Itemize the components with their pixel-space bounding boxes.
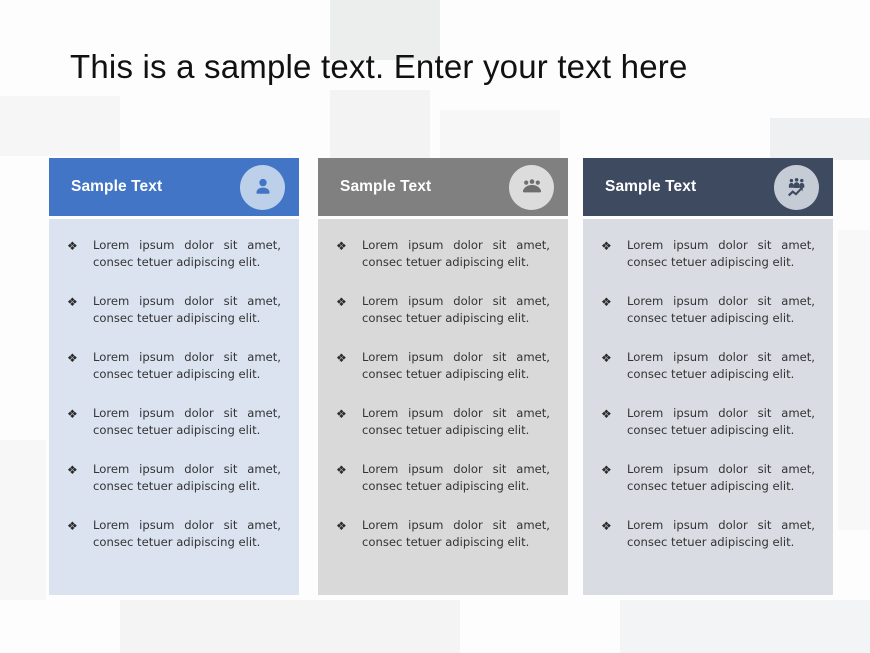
list-item-text: Lorem ipsum dolor sit amet, consec tetue…	[362, 350, 550, 381]
list-item: ❖ Lorem ipsum dolor sit amet, consec tet…	[336, 517, 550, 551]
diamond-bullet-icon: ❖	[336, 239, 347, 253]
diamond-bullet-icon: ❖	[67, 463, 78, 477]
list-item: ❖ Lorem ipsum dolor sit amet, consec tet…	[601, 461, 815, 495]
diamond-bullet-icon: ❖	[601, 351, 612, 365]
list-item: ❖ Lorem ipsum dolor sit amet, consec tet…	[336, 237, 550, 271]
list-item: ❖ Lorem ipsum dolor sit amet, consec tet…	[601, 293, 815, 327]
card-heading: Sample Text	[340, 178, 432, 195]
list-item-text: Lorem ipsum dolor sit amet, consec tetue…	[93, 406, 281, 437]
card-header-3: Sample Text	[583, 158, 833, 216]
diamond-bullet-icon: ❖	[67, 295, 78, 309]
list-item: ❖ Lorem ipsum dolor sit amet, consec tet…	[67, 405, 281, 439]
list-item-text: Lorem ipsum dolor sit amet, consec tetue…	[93, 238, 281, 269]
list-item: ❖ Lorem ipsum dolor sit amet, consec tet…	[67, 517, 281, 551]
list-item-text: Lorem ipsum dolor sit amet, consec tetue…	[627, 462, 815, 493]
diamond-bullet-icon: ❖	[601, 239, 612, 253]
list-item-text: Lorem ipsum dolor sit amet, consec tetue…	[627, 294, 815, 325]
diamond-bullet-icon: ❖	[601, 463, 612, 477]
diamond-bullet-icon: ❖	[67, 519, 78, 533]
diamond-bullet-icon: ❖	[336, 295, 347, 309]
list-item-text: Lorem ipsum dolor sit amet, consec tetue…	[93, 518, 281, 549]
card-body-3: ❖ Lorem ipsum dolor sit amet, consec tet…	[583, 219, 833, 595]
list-item-text: Lorem ipsum dolor sit amet, consec tetue…	[362, 462, 550, 493]
diamond-bullet-icon: ❖	[336, 463, 347, 477]
list-item: ❖ Lorem ipsum dolor sit amet, consec tet…	[336, 461, 550, 495]
list-item: ❖ Lorem ipsum dolor sit amet, consec tet…	[601, 349, 815, 383]
diamond-bullet-icon: ❖	[601, 519, 612, 533]
list-item: ❖ Lorem ipsum dolor sit amet, consec tet…	[601, 517, 815, 551]
card-body-2: ❖ Lorem ipsum dolor sit amet, consec tet…	[318, 219, 568, 595]
content-card-2: Sample Text ❖ Lorem ipsum dolor sit amet…	[318, 158, 568, 595]
list-item: ❖ Lorem ipsum dolor sit amet, consec tet…	[336, 293, 550, 327]
list-item-text: Lorem ipsum dolor sit amet, consec tetue…	[93, 350, 281, 381]
people-growth-chart-icon	[774, 164, 819, 210]
card-body-1: ❖ Lorem ipsum dolor sit amet, consec tet…	[49, 219, 299, 595]
diamond-bullet-icon: ❖	[601, 407, 612, 421]
diamond-bullet-icon: ❖	[336, 351, 347, 365]
background-block	[838, 230, 870, 530]
background-block	[0, 96, 120, 156]
card-header-2: Sample Text	[318, 158, 568, 216]
list-item: ❖ Lorem ipsum dolor sit amet, consec tet…	[67, 461, 281, 495]
background-block	[620, 600, 870, 653]
diamond-bullet-icon: ❖	[67, 239, 78, 253]
list-item: ❖ Lorem ipsum dolor sit amet, consec tet…	[67, 349, 281, 383]
list-item-text: Lorem ipsum dolor sit amet, consec tetue…	[93, 294, 281, 325]
list-item-text: Lorem ipsum dolor sit amet, consec tetue…	[627, 406, 815, 437]
list-item: ❖ Lorem ipsum dolor sit amet, consec tet…	[601, 405, 815, 439]
diamond-bullet-icon: ❖	[336, 407, 347, 421]
content-card-3: Sample Text ❖ Lorem ipsum dolor sit amet…	[583, 158, 833, 595]
list-item-text: Lorem ipsum dolor sit amet, consec tetue…	[362, 294, 550, 325]
background-block	[0, 440, 46, 600]
card-header-1: Sample Text	[49, 158, 299, 216]
list-item-text: Lorem ipsum dolor sit amet, consec tetue…	[627, 238, 815, 269]
content-card-1: Sample Text ❖ Lorem ipsum dolor sit amet…	[49, 158, 299, 595]
list-item: ❖ Lorem ipsum dolor sit amet, consec tet…	[336, 349, 550, 383]
card-heading: Sample Text	[71, 178, 163, 195]
slide-canvas: This is a sample text. Enter your text h…	[0, 0, 870, 653]
list-item: ❖ Lorem ipsum dolor sit amet, consec tet…	[336, 405, 550, 439]
background-block	[120, 600, 460, 653]
diamond-bullet-icon: ❖	[67, 351, 78, 365]
slide-title: This is a sample text. Enter your text h…	[70, 48, 688, 85]
background-block	[770, 118, 870, 160]
list-item: ❖ Lorem ipsum dolor sit amet, consec tet…	[67, 293, 281, 327]
people-group-icon	[509, 164, 554, 210]
card-heading: Sample Text	[605, 178, 697, 195]
list-item: ❖ Lorem ipsum dolor sit amet, consec tet…	[67, 237, 281, 271]
list-item: ❖ Lorem ipsum dolor sit amet, consec tet…	[601, 237, 815, 271]
diamond-bullet-icon: ❖	[336, 519, 347, 533]
background-block	[440, 110, 560, 158]
diamond-bullet-icon: ❖	[601, 295, 612, 309]
list-item-text: Lorem ipsum dolor sit amet, consec tetue…	[93, 462, 281, 493]
diamond-bullet-icon: ❖	[67, 407, 78, 421]
person-icon	[240, 164, 285, 210]
list-item-text: Lorem ipsum dolor sit amet, consec tetue…	[627, 350, 815, 381]
list-item-text: Lorem ipsum dolor sit amet, consec tetue…	[627, 518, 815, 549]
list-item-text: Lorem ipsum dolor sit amet, consec tetue…	[362, 406, 550, 437]
list-item-text: Lorem ipsum dolor sit amet, consec tetue…	[362, 518, 550, 549]
list-item-text: Lorem ipsum dolor sit amet, consec tetue…	[362, 238, 550, 269]
